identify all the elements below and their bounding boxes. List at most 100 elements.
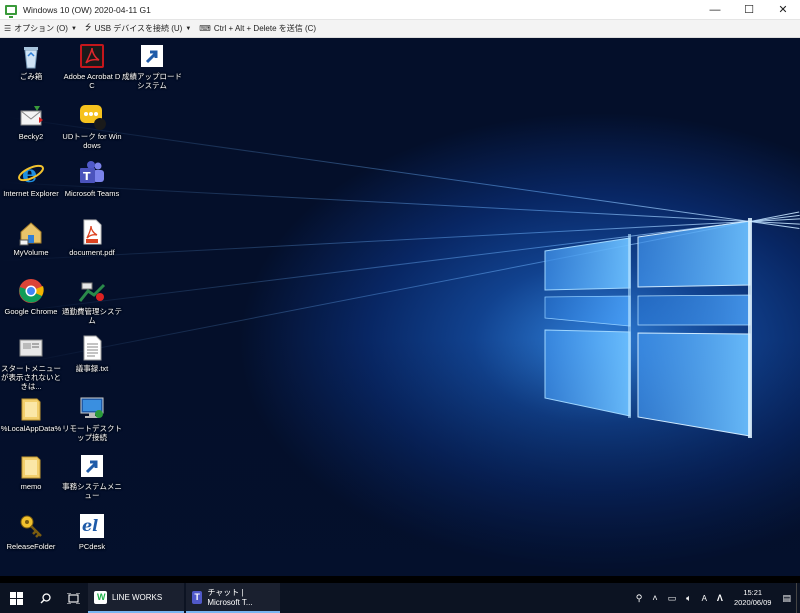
desktop-icon-startmenu-help[interactable]: スタートメニューが表示されないときは...: [0, 334, 62, 391]
ctrl-alt-del-label: Ctrl + Alt + Delete を送信 (C): [213, 24, 317, 33]
desktop-icon-google-chrome[interactable]: Google Chrome: [0, 277, 62, 316]
ime-icon[interactable]: A: [702, 594, 707, 603]
acrobat-icon: [78, 42, 106, 70]
clock-date: 2020/06/09: [733, 598, 772, 607]
icon-label: Google Chrome: [4, 307, 58, 316]
start-button[interactable]: [0, 583, 32, 613]
desktop-icon-adobe-acrobat[interactable]: Adobe Acrobat DC: [61, 42, 123, 90]
close-button[interactable]: ✕: [766, 0, 800, 20]
becky-mail-icon: [17, 102, 45, 130]
icon-label: MyVolume: [13, 248, 49, 257]
icon-label: 通勤費管理システム: [62, 307, 122, 325]
taskbar-app-teams-chat[interactable]: T チャット | Microsoft T...: [186, 583, 280, 613]
icon-label: memo: [20, 482, 42, 491]
minimize-button[interactable]: —: [698, 0, 732, 20]
clock[interactable]: 15:21 2020/06/09: [734, 588, 772, 608]
icon-label: 事務システムメニュー: [62, 482, 122, 500]
icon-label: ごみ箱: [19, 72, 43, 81]
options-label: オプション (O): [14, 24, 68, 33]
desktop[interactable]: ごみ箱 Becky2 e Internet Explorer MyVolume …: [0, 38, 800, 576]
session-toolbar: ☰ オプション (O) ▼ ⭍ USB デバイスを接続 (U) ▼ ⌨ Ctrl…: [0, 20, 800, 38]
text-file-icon: [78, 334, 106, 362]
chevron-down-icon: ▼: [70, 25, 77, 32]
notification-icon[interactable]: ▤: [782, 593, 791, 604]
icon-label: UDトーク for Windows: [62, 132, 122, 150]
svg-text:e: e: [22, 159, 37, 187]
chevron-down-icon: ▼: [185, 25, 192, 32]
chrome-icon: [17, 277, 45, 305]
udtalk-icon: [78, 102, 106, 130]
taskbar-app-label: チャット | Microsoft T...: [207, 588, 253, 607]
remote-desktop-icon: [78, 394, 106, 422]
shortcut-icon: [138, 42, 166, 70]
desktop-icon-document-pdf[interactable]: document.pdf: [61, 218, 123, 257]
window-titlebar[interactable]: Windows 10 (OW) 2020-04-11 G1 — ☐ ✕: [0, 0, 800, 20]
pcdesk-icon: el: [78, 512, 106, 540]
chevron-up-icon[interactable]: ˄: [652, 593, 657, 603]
desktop-icon-becky2[interactable]: Becky2: [0, 102, 62, 141]
maximize-button[interactable]: ☐: [732, 0, 766, 20]
pdf-file-icon: [78, 218, 106, 246]
folder-icon: [17, 394, 45, 422]
desktop-icon-office-system-menu[interactable]: 事務システムメニュー: [61, 452, 123, 500]
window-title: Windows 10 (OW) 2020-04-11 G1: [23, 4, 151, 15]
icon-label: PCdesk: [78, 542, 106, 551]
show-desktop-button[interactable]: [796, 583, 800, 613]
desktop-icon-internet-explorer[interactable]: e Internet Explorer: [0, 159, 62, 198]
search-button[interactable]: [32, 583, 58, 613]
icon-label: スタートメニューが表示されないときは...: [1, 364, 61, 391]
search-icon: [40, 592, 51, 603]
desktop-icon-commute-system[interactable]: 通勤費管理システム: [61, 277, 123, 325]
network-icon[interactable]: ▭: [668, 593, 677, 604]
desktop-icon-minutes-txt[interactable]: 議事録.txt: [61, 334, 123, 373]
desktop-icon-udtalk[interactable]: UDトーク for Windows: [61, 102, 123, 150]
shortcut-icon: [78, 452, 106, 480]
desktop-icon-pcdesk[interactable]: el PCdesk: [61, 512, 123, 551]
release-folder-icon: [17, 512, 45, 540]
options-menu[interactable]: ☰ オプション (O) ▼: [0, 20, 81, 38]
desktop-icon-recycle-bin[interactable]: ごみ箱: [0, 42, 62, 81]
desktop-icon-myvolume[interactable]: MyVolume: [0, 218, 62, 257]
taskbar-app-label: LINE WORKS: [112, 592, 163, 602]
svg-text:el: el: [82, 516, 98, 535]
desktop-icon-remote-desktop[interactable]: リモートデスクトップ接続: [61, 394, 123, 442]
desktop-icon-grade-upload[interactable]: 成績アップロードシステム: [121, 42, 183, 90]
icon-label: Microsoft Teams: [64, 189, 120, 198]
desktop-icon-localappdata[interactable]: %LocalAppData%: [0, 394, 62, 433]
home-folder-icon: [17, 218, 45, 246]
usb-label: USB デバイスを接続 (U): [94, 24, 183, 33]
usb-menu[interactable]: ⭍ USB デバイスを接続 (U) ▼: [81, 20, 195, 38]
window-controls: — ☐ ✕: [698, 0, 800, 20]
desktop-icon-releasefolder[interactable]: ReleaseFolder: [0, 512, 62, 551]
taskbar-app-line-works[interactable]: W LINE WORKS: [88, 583, 184, 613]
line-works-icon: W: [94, 590, 107, 604]
icon-label: Internet Explorer: [3, 189, 59, 198]
remote-monitor-icon: [5, 4, 17, 18]
keyboard-icon: ⌨: [199, 24, 211, 33]
system-tray: ⚲ ˄ ▭ 🔈︎ A Λ 15:21 2020/06/09 ▤: [631, 583, 800, 613]
taskbar: W LINE WORKS T チャット | Microsoft T... ⚲ ˄…: [0, 583, 800, 613]
teams-icon: T: [192, 590, 203, 604]
commute-system-icon: [78, 277, 106, 305]
adobe-tray-icon[interactable]: Λ: [717, 593, 723, 603]
icon-label: document.pdf: [69, 248, 115, 257]
windows-start-icon: [9, 591, 23, 605]
startmenu-help-icon: [17, 334, 45, 362]
people-icon[interactable]: ⚲: [636, 593, 643, 604]
desktop-icon-memo[interactable]: memo: [0, 452, 62, 491]
icon-label: Becky2: [18, 132, 44, 141]
usb-icon: ⭍: [84, 22, 92, 32]
task-view-icon: [66, 592, 80, 604]
svg-text:T: T: [83, 170, 91, 183]
icon-label: リモートデスクトップ接続: [62, 424, 122, 442]
icon-label: ReleaseFolder: [6, 542, 56, 551]
desktop-icon-microsoft-teams[interactable]: T Microsoft Teams: [61, 159, 123, 198]
clock-time: 15:21: [743, 588, 763, 597]
internet-explorer-icon: e: [17, 159, 45, 188]
task-view-button[interactable]: [58, 583, 88, 613]
teams-icon: T: [78, 159, 106, 187]
volume-icon[interactable]: 🔈︎: [686, 593, 691, 604]
icon-label: %LocalAppData%: [0, 424, 62, 433]
folder-icon: [17, 452, 45, 480]
ctrl-alt-del-button[interactable]: ⌨ Ctrl + Alt + Delete を送信 (C): [195, 20, 320, 38]
